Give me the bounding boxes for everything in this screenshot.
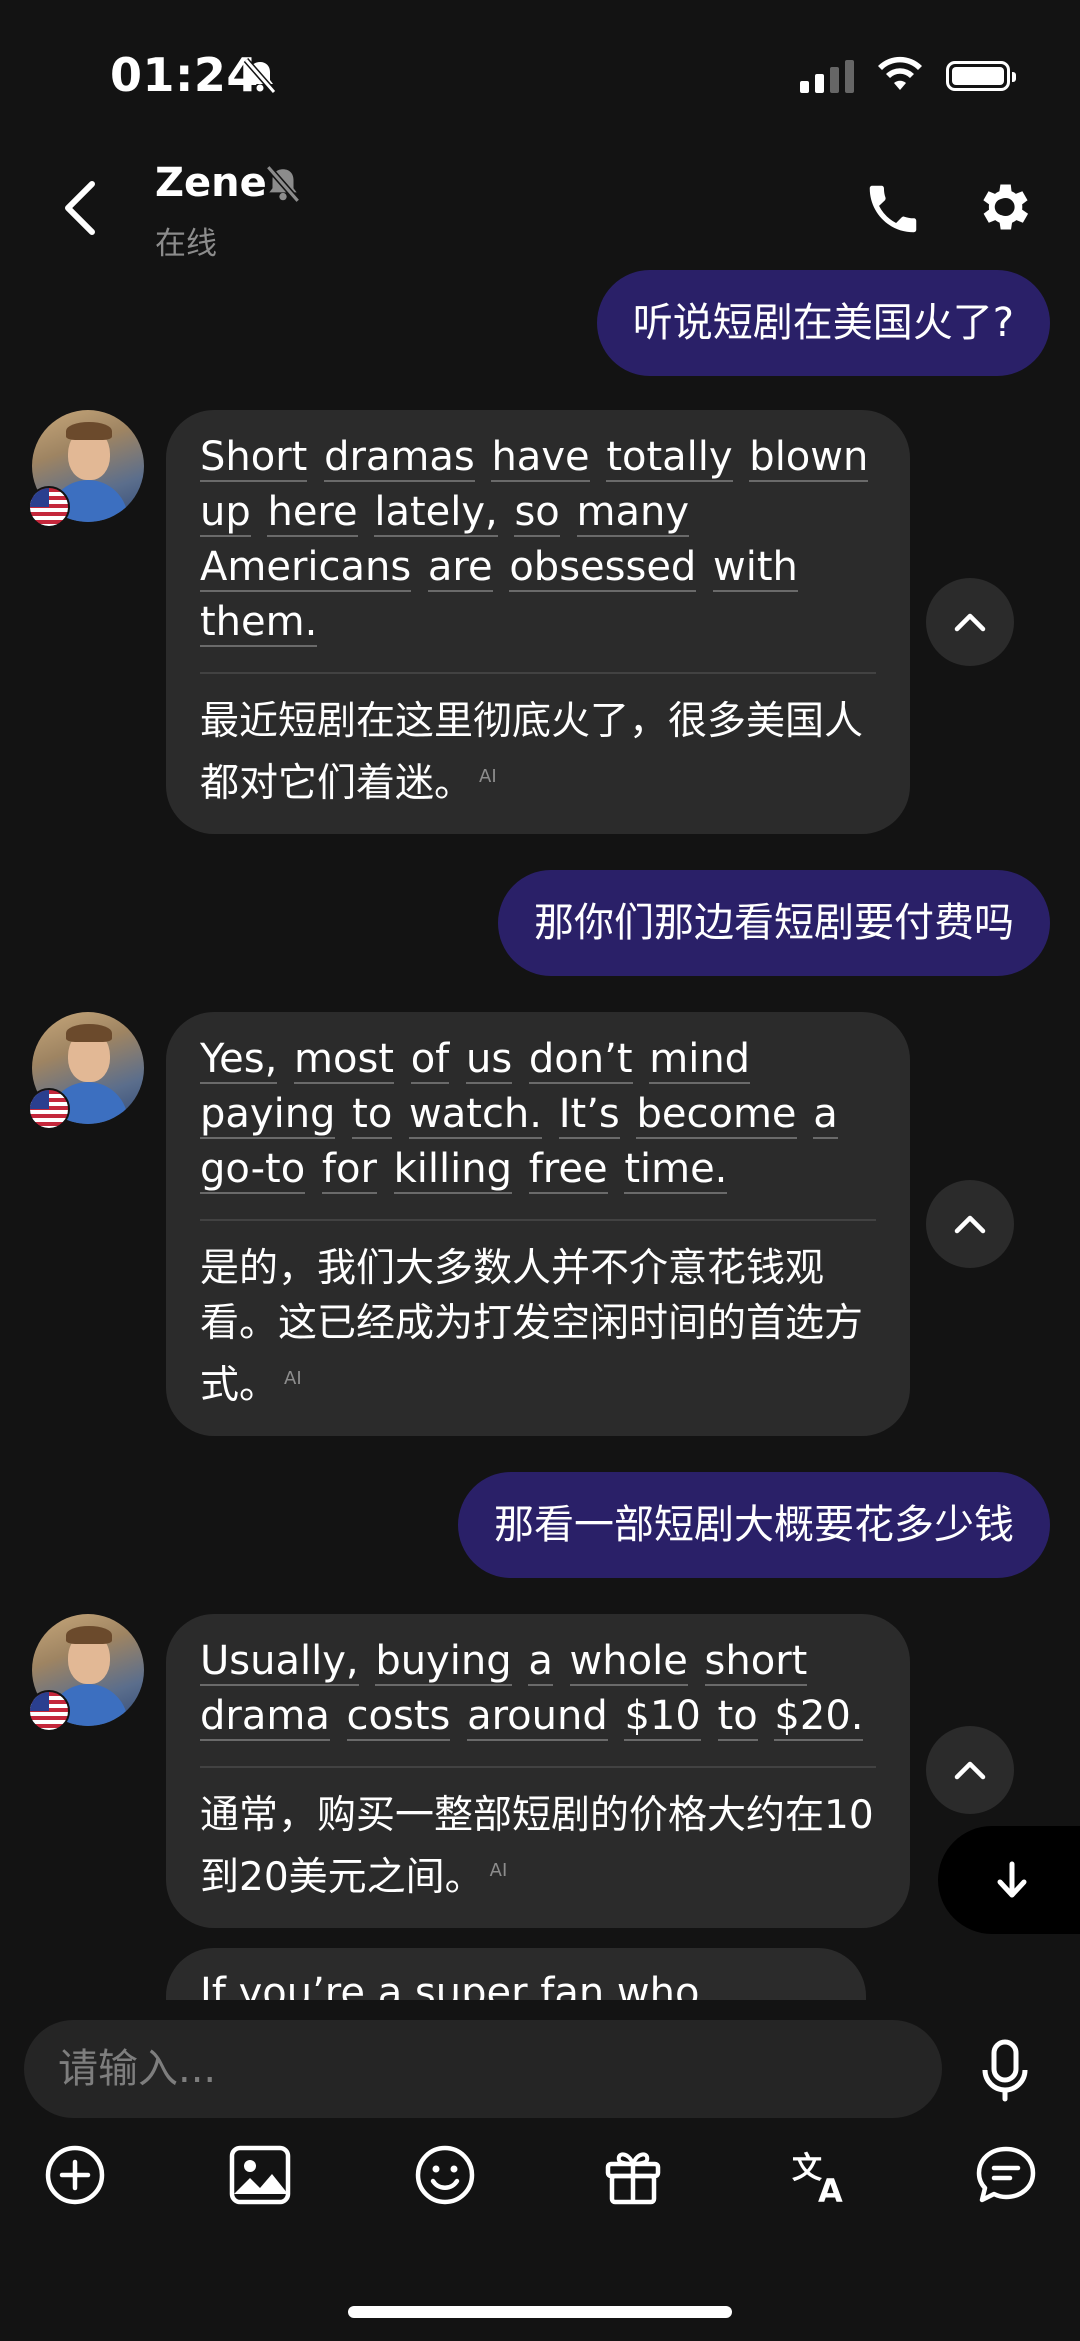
english-word[interactable]: most	[294, 1036, 394, 1084]
ai-badge: AI	[479, 766, 497, 787]
divider	[200, 1219, 876, 1221]
call-button[interactable]	[862, 178, 924, 244]
ai-badge: AI	[284, 1368, 302, 1389]
translation-text: 是的，我们大多数人并不介意花钱观看。这已经成为打发空闲时间的首选方式。 AI	[200, 1246, 864, 1408]
collapse-translation-button[interactable]	[926, 1180, 1014, 1268]
english-word[interactable]: short	[704, 1638, 808, 1686]
english-word[interactable]: to	[352, 1091, 393, 1139]
incoming-message[interactable]: Yes, most of us don’t mind paying to wat…	[166, 1012, 910, 1436]
outgoing-message[interactable]: 听说短剧在美国火了?	[596, 270, 1050, 376]
english-word[interactable]: killing	[393, 1146, 512, 1194]
english-word[interactable]: are	[427, 544, 493, 592]
english-word[interactable]: time.	[624, 1146, 728, 1194]
us-flag-icon	[28, 1088, 70, 1130]
english-word[interactable]: blown	[749, 434, 869, 482]
english-word[interactable]: $20.	[774, 1693, 864, 1741]
english-word[interactable]: Yes,	[200, 1036, 278, 1084]
english-word[interactable]: drama	[200, 1693, 330, 1741]
english-word[interactable]: paying	[200, 1091, 336, 1139]
translation-text: 最近短剧在这里彻底火了，很多美国人都对它们着迷。 AI	[200, 699, 864, 806]
english-word[interactable]: here	[267, 489, 358, 537]
english-word[interactable]: many	[576, 489, 689, 537]
partial-text: If you’re a super fan who	[200, 1970, 700, 2000]
english-word[interactable]: buying	[375, 1638, 512, 1686]
english-word[interactable]: Americans	[200, 544, 412, 592]
english-word[interactable]: totally	[606, 434, 733, 482]
divider	[200, 672, 876, 674]
english-word[interactable]: us	[465, 1036, 513, 1084]
english-word[interactable]: $10	[624, 1693, 701, 1741]
contact-name: Zene	[155, 160, 267, 206]
battery-icon	[946, 61, 1016, 91]
translation-text: 通常，购买一整部短剧的价格大约在10到20美元之间。 AI	[200, 1793, 874, 1900]
english-word[interactable]: free	[528, 1146, 608, 1194]
english-word[interactable]: a	[528, 1638, 553, 1686]
english-word[interactable]: to	[717, 1693, 758, 1741]
english-word[interactable]: dramas	[324, 434, 475, 482]
image-icon[interactable]	[228, 2144, 292, 2210]
translate-icon[interactable]: 文A	[790, 2144, 854, 2210]
back-button[interactable]	[58, 178, 102, 238]
outgoing-message[interactable]: 那你们那边看短剧要付费吗	[498, 870, 1050, 976]
english-word[interactable]: watch.	[409, 1091, 542, 1139]
english-text: Yes, most of us don’t mind paying to wat…	[200, 1032, 876, 1197]
message-input[interactable]: 请输入...	[24, 2020, 942, 2118]
emoji-icon[interactable]	[414, 2144, 476, 2210]
scroll-to-bottom-button[interactable]	[938, 1826, 1080, 1934]
home-indicator[interactable]	[348, 2306, 732, 2318]
wifi-icon	[876, 56, 924, 96]
english-word[interactable]: with	[713, 544, 798, 592]
divider	[200, 1766, 876, 1768]
english-word[interactable]: go-to	[200, 1146, 306, 1194]
gift-icon[interactable]	[602, 2144, 664, 2210]
english-word[interactable]: mind	[649, 1036, 751, 1084]
ai-badge: AI	[489, 1860, 508, 1881]
english-word[interactable]: them.	[200, 599, 318, 647]
english-word[interactable]: become	[636, 1091, 797, 1139]
svg-text:A: A	[818, 2172, 843, 2206]
english-word[interactable]: costs	[346, 1693, 451, 1741]
muted-bell-icon	[262, 163, 304, 209]
english-word[interactable]: for	[321, 1146, 377, 1194]
microphone-button[interactable]	[978, 2038, 1032, 2106]
english-word[interactable]: lately,	[374, 489, 498, 537]
english-word[interactable]: It’s	[558, 1091, 620, 1139]
english-word[interactable]: up	[200, 489, 251, 537]
signal-icon	[800, 59, 854, 93]
composer-bar: 请输入... 文A	[0, 2000, 1080, 2341]
us-flag-icon	[28, 1690, 70, 1732]
plus-circle-icon[interactable]	[44, 2144, 106, 2210]
english-word[interactable]: obsessed	[509, 544, 697, 592]
chat-icon[interactable]	[974, 2144, 1038, 2210]
english-text: Short dramas have totally blown up here …	[200, 430, 876, 650]
us-flag-icon	[28, 486, 70, 528]
collapse-translation-button[interactable]	[926, 578, 1014, 666]
incoming-message[interactable]: Usually, buying a whole short drama cost…	[166, 1614, 910, 1928]
english-word[interactable]: Usually,	[200, 1638, 359, 1686]
english-text: Usually, buying a whole short drama cost…	[200, 1634, 876, 1744]
outgoing-message[interactable]: 那看一部短剧大概要花多少钱	[458, 1472, 1050, 1578]
english-word[interactable]: around	[467, 1693, 608, 1741]
incoming-message-partial[interactable]: If you’re a super fan who	[166, 1948, 866, 2000]
english-word[interactable]: of	[410, 1036, 450, 1084]
collapse-translation-button[interactable]	[926, 1726, 1014, 1814]
english-word[interactable]: so	[514, 489, 560, 537]
silent-bell-icon	[240, 56, 280, 100]
english-word[interactable]: a	[813, 1091, 838, 1139]
english-word[interactable]: don’t	[528, 1036, 633, 1084]
incoming-message[interactable]: Short dramas have totally blown up here …	[166, 410, 910, 834]
status-time: 01:24	[110, 48, 259, 102]
settings-gear-button[interactable]	[972, 176, 1034, 242]
english-word[interactable]: whole	[569, 1638, 688, 1686]
online-status: 在线	[155, 226, 217, 262]
english-word[interactable]: Short	[200, 434, 308, 482]
english-word[interactable]: have	[491, 434, 590, 482]
